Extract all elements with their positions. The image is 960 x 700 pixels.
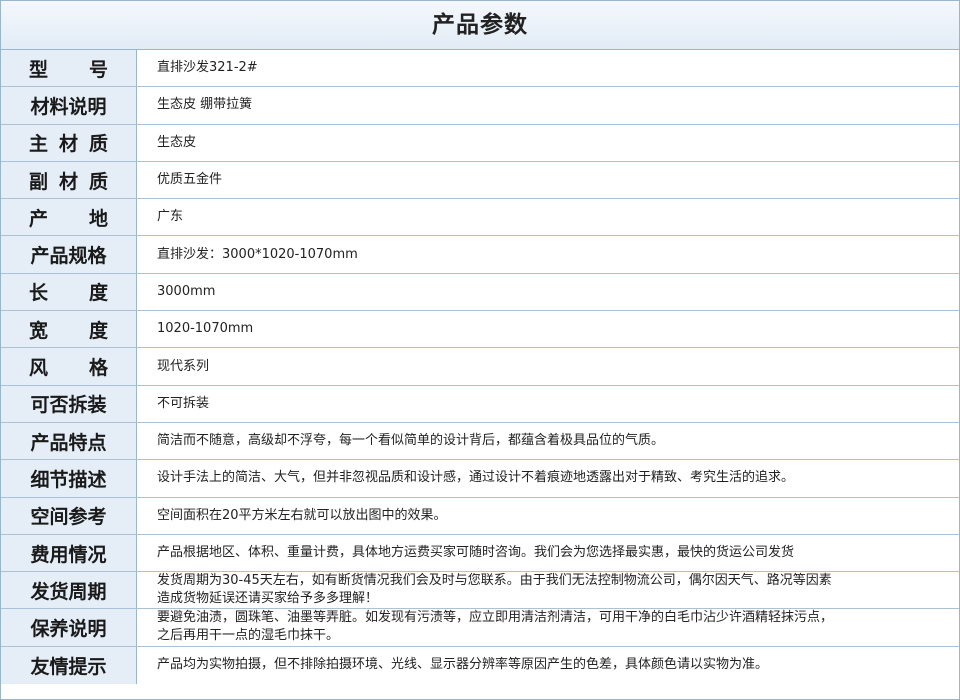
table-row: 发货周期 发货周期为30-45天左右，如有断货情况我们会及时与您联系。由于我们无法… — [1, 572, 959, 610]
row-label-char: 宽 — [29, 319, 49, 342]
table-row: 产品特点 简洁而不随意，高级却不浮夸，每一个看似简单的设计背后，都蕴含着极具品位的… — [1, 422, 959, 461]
row-label: 材料说明 — [1, 87, 137, 124]
row-value: 产品均为实物拍摄，但不排除拍摄环境、光线、显示器分辨率等原因产生的色差，具体颜色… — [137, 647, 959, 684]
table-row: 保养说明 要避免油渍，圆珠笔、油墨等弄脏。如发现有污渍等，应立即用清洁剂清洁，可用… — [1, 609, 959, 647]
row-label-char: 度 — [88, 282, 108, 305]
row-label: 费用情况 — [1, 534, 137, 572]
row-value-line: 产品根据地区、体积、重量计费，具体地方运费买家可随时咨询。我们会为您选择最实惠，… — [157, 545, 795, 560]
row-value-line: 设计手法上的简洁、大气，但并非忽视品质和设计感，通过设计不着痕迹地透露出对于精致… — [157, 470, 795, 486]
table-row: 空间参考 空间面积在20平方米左右就可以放出图中的效果。 — [1, 497, 959, 535]
row-value: 3000mm — [137, 274, 959, 310]
table-row: 产地广东 — [1, 199, 959, 237]
row-label-char: 号 — [88, 58, 108, 81]
table-title: 产品参数 — [1, 1, 959, 50]
table-row: 可否拆装 不可拆装 — [1, 385, 959, 423]
row-label-char: 副 — [29, 170, 49, 193]
row-label: 长度 — [1, 273, 137, 311]
row-label-char: 质 — [88, 170, 108, 193]
row-label: 细节描述 — [1, 460, 137, 497]
row-label: 空间参考 — [1, 497, 137, 534]
row-value: 产品根据地区、体积、重量计费，具体地方运费买家可随时咨询。我们会为您选择最实惠，… — [137, 535, 959, 571]
table-row: 风格现代系列 — [1, 348, 959, 386]
row-value: 1020-1070mm — [137, 311, 959, 347]
table-row: 宽度 1020-1070mm — [1, 311, 959, 349]
row-value-line: 产品均为实物拍摄，但不排除拍摄环境、光线、显示器分辨率等原因产生的色差，具体颜色… — [157, 657, 769, 673]
row-value: 空间面积在20平方米左右就可以放出图中的效果。 — [137, 498, 959, 534]
row-value: 生态皮 绷带拉簧 — [137, 87, 959, 123]
row-value: 现代系列 — [137, 348, 959, 384]
table-row: 长度 3000mm — [1, 273, 959, 312]
row-label-char: 主 — [29, 133, 49, 156]
row-label-char: 型 — [29, 58, 49, 81]
row-label: 友情提示 — [1, 646, 137, 685]
row-label: 风格 — [1, 348, 137, 385]
table-row: 型号直排沙发321-2# — [1, 50, 959, 88]
row-label-char: 度 — [88, 319, 108, 342]
row-value-line: 广东 — [157, 209, 184, 225]
row-label: 可否拆装 — [1, 385, 137, 422]
row-label-char: 长 — [29, 282, 49, 305]
row-label: 发货周期 — [1, 572, 137, 609]
row-value-line: 3000mm — [157, 283, 216, 299]
row-label-char: 材 — [58, 170, 78, 193]
table-row: 主材质 生态皮 — [1, 124, 959, 162]
row-value-line: 1020-1070mm — [157, 321, 254, 337]
row-value: 设计手法上的简洁、大气，但并非忽视品质和设计感，通过设计不着痕迹地透露出对于精致… — [137, 460, 959, 496]
parameter-rows: 型号直排沙发321-2# 材料说明 生态皮 绷带拉簧主材质生态皮副材质优质五金件产地… — [1, 50, 959, 685]
row-value: 生态皮 — [137, 125, 959, 161]
row-value-line: 造成货物延误还请买家给予多多理解！ — [157, 591, 379, 607]
row-value-line: 现代系列 — [157, 358, 210, 374]
row-label: 副材质 — [1, 161, 137, 199]
row-value: 发货周期为30-45天左右，如有断货情况我们会及时与您联系。由于我们无法控制物流… — [137, 572, 959, 608]
row-value: 不可拆装 — [137, 386, 959, 422]
row-value-line: 发货周期为30-45天左右，如有断货情况我们会及时与您联系。由于我们无法控制物流… — [157, 573, 832, 589]
row-label: 型号 — [1, 50, 137, 87]
product-parameters-table: 产品参数 型号直排沙发321-2# 材料说明 生态皮 绷带拉簧主材质生态皮副材质优质… — [0, 0, 960, 700]
row-value-line: 生态皮 — [157, 134, 197, 150]
row-value: 要避免油渍，圆珠笔、油墨等弄脏。如发现有污渍等，应立即用清洁剂清洁，可用干净的白… — [137, 609, 959, 645]
row-label: 产品规格 — [1, 236, 137, 273]
row-value-line: 生态皮 绷带拉簧 — [157, 97, 253, 113]
row-value-line: 要避免油渍，圆珠笔、油墨等弄脏。如发现有污渍等，应立即用清洁剂清洁，可用干净的白… — [157, 610, 834, 626]
table-row: 材料说明 生态皮 绷带拉簧 — [1, 87, 959, 125]
table-row: 副材质 优质五金件 — [1, 161, 959, 200]
table-row: 细节描述 设计手法上的简洁、大气，但并非忽视品质和设计感，通过设计不着痕迹地透露出… — [1, 460, 959, 498]
row-label: 宽度 — [1, 311, 137, 348]
row-label-char: 质 — [88, 133, 108, 156]
row-value-line: 优质五金件 — [157, 172, 223, 188]
table-row: 费用情况 产品根据地区、体积、重量计费，具体地方运费买家可随时咨询。我们会为您选择… — [1, 534, 959, 573]
row-label-char: 格 — [88, 357, 108, 380]
row-value: 广东 — [137, 199, 959, 235]
row-value: 直排沙发：3000*1020-1070mm — [137, 236, 959, 272]
row-value-line: 不可拆装 — [157, 395, 210, 411]
row-value-line: 简洁而不随意，高级却不浮夸，每一个看似简单的设计背后，都蕴含着极具品位的气质。 — [157, 433, 665, 449]
row-label-char: 产 — [29, 207, 49, 230]
row-value-line: 空间面积在20平方米左右就可以放出图中的效果。 — [157, 507, 447, 523]
row-label-char: 风 — [29, 357, 49, 380]
row-label: 产品特点 — [1, 422, 137, 460]
table-row: 产品规格 直排沙发：3000*1020-1070mm — [1, 236, 959, 274]
row-value: 直排沙发321-2# — [137, 50, 959, 86]
row-label: 产地 — [1, 199, 137, 236]
row-label-char: 材 — [58, 133, 78, 156]
row-value-line: 之后再用干一点的湿毛巾抹干。 — [157, 628, 340, 644]
row-label: 主材质 — [1, 124, 137, 161]
row-value-line: 直排沙发：3000*1020-1070mm — [157, 246, 358, 262]
table-row: 友情提示 产品均为实物拍摄，但不排除拍摄环境、光线、显示器分辨率等原因产生的色差，… — [1, 646, 959, 685]
row-value: 简洁而不随意，高级却不浮夸，每一个看似简单的设计背后，都蕴含着极具品位的气质。 — [137, 423, 959, 459]
row-label-char: 地 — [88, 207, 108, 230]
row-label: 保养说明 — [1, 609, 137, 646]
row-value: 优质五金件 — [137, 162, 959, 198]
row-value-line: 直排沙发321-2# — [157, 60, 258, 76]
